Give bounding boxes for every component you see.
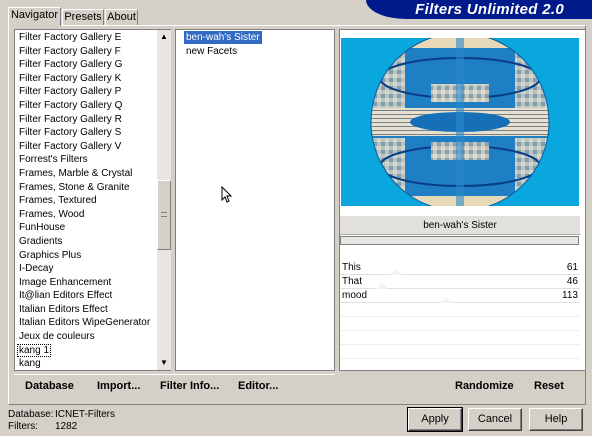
filter-info-button[interactable]: Filter Info... [160,380,219,392]
category-list-item[interactable]: Frames, Textured [15,194,158,208]
category-list-item[interactable]: Filter Factory Gallery G [15,58,158,72]
param-row-empty [340,303,580,317]
category-list-item[interactable]: Filter Factory Gallery V [15,140,158,154]
category-label: Forrest's Filters [19,154,88,166]
category-label: Filter Factory Gallery S [19,127,122,139]
category-list-item[interactable]: Filter Factory Gallery P [15,85,158,99]
category-list-item[interactable]: Filter Factory Gallery E [15,31,158,45]
filter-item-selected[interactable]: ben-wah's Sister [184,31,262,44]
apply-button[interactable]: Apply [407,407,463,432]
category-list-scrollbar[interactable]: ▲ ▼ [157,29,171,371]
category-label: Frames, Marble & Crystal [19,167,133,179]
category-list-item[interactable]: Filter Factory Gallery R [15,113,158,127]
category-label: Filter Factory Gallery P [19,86,122,98]
category-list-item[interactable]: Gradients [15,235,158,249]
param-row-mood[interactable]: mood 113 [340,289,580,303]
category-label: Frames, Wood [19,208,85,220]
category-list-item[interactable]: kang [15,357,158,370]
database-label: Database: [8,409,54,420]
tab-about[interactable]: About [105,9,138,25]
param-value: 61 [566,262,578,273]
param-row-empty [340,331,580,345]
tab-presets[interactable]: Presets [62,9,104,25]
database-button[interactable]: Database [25,380,74,392]
reset-button[interactable]: Reset [534,380,564,392]
category-label: Frames, Stone & Granite [19,181,130,193]
category-list-item[interactable]: It@lian Editors Effect [15,289,158,303]
filter-preview-image [341,38,579,206]
progress-bar [340,236,579,245]
category-list-item[interactable]: Frames, Wood [15,208,158,222]
category-list-item[interactable]: Filter Factory Gallery S [15,126,158,140]
randomize-button[interactable]: Randomize [455,380,514,392]
category-list-item[interactable]: Filter Factory Gallery Q [15,99,158,113]
filter-item[interactable]: new Facets [184,45,239,58]
category-list[interactable]: Filter Factory Gallery E Filter Factory G… [14,29,171,371]
database-status: Database: ICNET-Filters [8,409,115,420]
filters-count-value: 1282 [55,421,78,432]
scroll-up-icon[interactable]: ▲ [157,30,171,44]
category-label: It@lian Editors Effect [19,290,113,302]
tab-navigator[interactable]: Navigator [8,7,61,26]
scroll-down-icon[interactable]: ▼ [157,356,171,370]
category-label: Filter Factory Gallery E [19,32,122,43]
category-list-item[interactable]: Forrest's Filters [15,153,158,167]
param-row-that[interactable]: That 46 [340,275,580,289]
category-list-item[interactable]: Frames, Marble & Crystal [15,167,158,181]
app-title-banner: Filters Unlimited 2.0 [366,0,592,19]
category-label: Gradients [19,235,63,247]
category-label: Filter Factory Gallery V [19,140,122,152]
category-list-item[interactable]: FunHouse [15,221,158,235]
param-label: This [342,262,361,273]
param-label: mood [342,290,368,301]
category-label: kang 1 [16,343,52,357]
category-list-item[interactable]: Filter Factory Gallery F [15,45,158,59]
category-list-item[interactable]: Image Enhancement [15,276,158,290]
param-row-this[interactable]: This 61 [340,261,580,275]
selected-filter-name: ben-wah's Sister [340,215,580,235]
category-list-item[interactable]: Italian Editors WipeGenerator [15,316,158,330]
category-label: Jeux de couleurs [19,331,95,343]
category-label: Filter Factory Gallery Q [19,99,123,111]
category-list-item[interactable]: Italian Editors Effect [15,303,158,317]
category-label: Filter Factory Gallery G [19,59,123,71]
category-label: Italian Editors WipeGenerator [19,317,151,329]
mouse-cursor-icon [221,186,232,203]
category-label: kang [19,358,41,370]
category-list-item[interactable]: Jeux de couleurs [15,330,158,344]
category-label: FunHouse [19,222,66,234]
param-value: 46 [566,276,578,287]
category-label: Graphics Plus [19,249,82,261]
filters-label: Filters: [8,421,38,432]
category-label: Filter Factory Gallery F [19,45,121,57]
category-label: I-Decay [19,263,54,275]
category-label: Italian Editors Effect [19,303,108,315]
category-list-item[interactable]: kang 1 [15,343,158,358]
category-label: Filter Factory Gallery K [19,72,122,84]
editor-button[interactable]: Editor... [238,380,278,392]
scrollbar-thumb[interactable] [157,180,171,250]
database-value: ICNET-Filters [55,409,115,420]
param-row-empty [340,345,580,359]
category-list-item[interactable]: Graphics Plus [15,249,158,263]
category-list-item[interactable]: Filter Factory Gallery K [15,72,158,86]
param-value: 113 [562,290,578,301]
import-button[interactable]: Import... [97,380,140,392]
category-label: Image Enhancement [19,276,112,288]
cancel-button[interactable]: Cancel [468,408,522,431]
filters-count-status: Filters: 1282 [8,421,77,432]
category-label: Frames, Textured [19,195,97,207]
category-label: Filter Factory Gallery R [19,113,122,125]
param-row-empty [340,317,580,331]
category-list-item[interactable]: I-Decay [15,262,158,276]
help-button[interactable]: Help [529,408,583,431]
filter-list[interactable]: ben-wah's Sister new Facets [175,29,335,371]
param-label: That [342,276,363,287]
category-list-item[interactable]: Frames, Stone & Granite [15,181,158,195]
